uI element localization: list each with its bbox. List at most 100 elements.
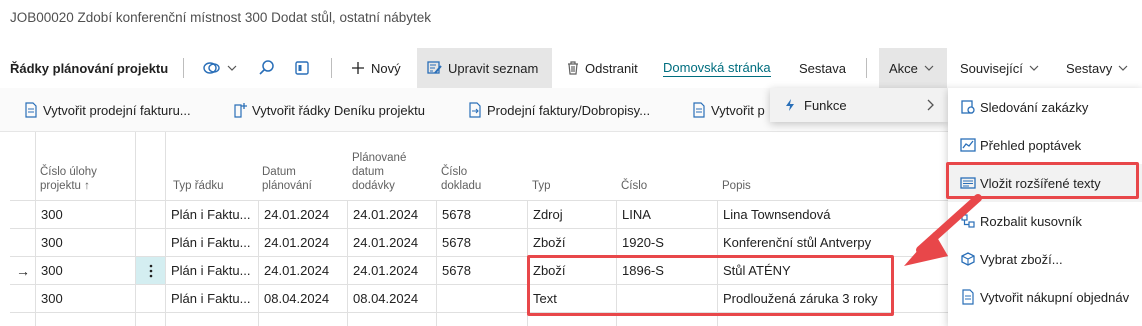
report-tab[interactable]: Sestava: [799, 48, 846, 88]
cell-delivery-date[interactable]: 24.01.2024: [347, 229, 436, 256]
document-icon: [693, 102, 705, 118]
cell-type[interactable]: Zdroj: [527, 201, 616, 228]
related-label: Související: [960, 60, 1023, 76]
header-text: Plánované: [352, 152, 407, 164]
header-text: Číslo úlohy: [40, 166, 97, 178]
create-purchase-button[interactable]: Vytvořit p: [692, 88, 765, 132]
header-text: Typ řádku: [173, 180, 224, 192]
lightning-icon: [786, 99, 794, 111]
chevron-down-icon: [924, 65, 934, 71]
cell-doc-no[interactable]: 5678: [436, 201, 527, 228]
cell-no[interactable]: 1920-S: [616, 229, 717, 256]
document-icon: [962, 289, 974, 305]
header-doc-no[interactable]: Číslo dokladu: [435, 132, 525, 200]
reports-menu-button[interactable]: Sestavy: [1066, 48, 1133, 88]
header-plan-date[interactable]: Datum plánování: [256, 132, 346, 200]
actions-menu-button[interactable]: Akce: [879, 48, 947, 88]
sales-invoices-label: Prodejní faktury/Dobropisy...: [487, 102, 651, 118]
search-button[interactable]: [258, 48, 281, 88]
cell-plan-date[interactable]: 24.01.2024: [258, 257, 347, 284]
views-button[interactable]: [202, 48, 242, 88]
menu-item-label: Sledování zakázky: [980, 99, 1089, 115]
header-text: Číslo: [441, 166, 468, 178]
cell-line-type[interactable]: Plán i Faktu...: [165, 229, 258, 256]
document-icon: [25, 102, 37, 118]
chevron-down-icon: [1118, 65, 1128, 71]
create-journal-lines-button[interactable]: Vytvořit řádky Deníku projektu: [233, 88, 425, 132]
cell-line-type[interactable]: Plán i Faktu...: [165, 201, 258, 228]
new-button[interactable]: Nový: [350, 48, 401, 88]
cell-doc-no[interactable]: 5678: [436, 229, 527, 256]
cell-doc-no[interactable]: [436, 285, 527, 312]
filter-pane-button[interactable]: [294, 48, 315, 88]
toolbar-divider: [183, 58, 184, 78]
actions-dropdown: Funkce: [770, 88, 948, 122]
menu-item-create-purchase-order[interactable]: Vytvořit nákupní objednáv: [948, 278, 1142, 316]
menu-item-label: Vytvořit nákupní objednáv: [980, 289, 1130, 305]
create-journal-lines-label: Vytvořit řádky Deníku projektu: [252, 102, 425, 118]
cell-plan-date[interactable]: 08.04.2024: [258, 285, 347, 312]
header-no[interactable]: Číslo: [615, 132, 715, 200]
menu-item-label: Přehled poptávek: [980, 137, 1082, 153]
header-text: Popis: [722, 180, 751, 192]
new-label: Nový: [371, 60, 401, 76]
row-marker: [10, 285, 35, 312]
cell-plan-date[interactable]: 24.01.2024: [258, 201, 347, 228]
cell-task-no[interactable]: 300: [35, 257, 135, 284]
home-tab[interactable]: Domovská stránka: [663, 48, 771, 88]
chevron-right-icon: [927, 99, 934, 111]
trash-icon: [568, 61, 578, 75]
cell-doc-no[interactable]: 5678: [436, 257, 527, 284]
sales-invoices-button[interactable]: Prodejní faktury/Dobropisy...: [468, 88, 650, 132]
create-sales-invoice-button[interactable]: Vytvořit prodejní fakturu...: [24, 88, 191, 132]
related-menu-button[interactable]: Související: [960, 48, 1044, 88]
search-icon: [259, 60, 274, 75]
menu-item-demand-overview[interactable]: Přehled poptávek: [948, 126, 1142, 164]
header-text: projektu ↑: [40, 180, 90, 192]
menu-item-label: Vybrat zboží...: [980, 251, 1063, 267]
cell-type[interactable]: Zboží: [527, 229, 616, 256]
header-text: Číslo: [621, 180, 648, 192]
home-tab-label: Domovská stránka: [663, 59, 771, 77]
functions-menu-item[interactable]: Funkce: [770, 88, 948, 122]
actions-label: Akce: [889, 60, 918, 76]
header-text: plánování: [262, 180, 312, 192]
row-actions-button[interactable]: [136, 257, 165, 284]
functions-label: Funkce: [804, 97, 847, 113]
toolbar-divider: [331, 58, 332, 78]
header-text: Datum: [262, 166, 296, 178]
document-arrow-icon: [469, 102, 481, 118]
cell-task-no[interactable]: 300: [35, 201, 135, 228]
row-marker: [10, 201, 35, 228]
toolbar-divider: [866, 58, 867, 78]
more-vertical-icon: [149, 264, 152, 277]
header-delivery-date[interactable]: Plánované datum dodávky: [346, 132, 436, 200]
header-task-no[interactable]: Číslo úlohy projektu ↑: [34, 132, 134, 200]
header-line-type[interactable]: Typ řádku: [167, 132, 257, 200]
chevron-down-icon: [227, 65, 237, 71]
cell-delivery-date[interactable]: 24.01.2024: [347, 257, 436, 284]
cell-line-type[interactable]: Plán i Faktu...: [165, 257, 258, 284]
views-icon: [203, 62, 220, 74]
header-type[interactable]: Typ: [526, 132, 616, 200]
header-description[interactable]: Popis: [716, 132, 916, 200]
edit-list-button[interactable]: Upravit seznam: [417, 48, 552, 88]
cell-task-no[interactable]: 300: [35, 285, 135, 312]
menu-item-order-tracking[interactable]: Sledování zakázky: [948, 88, 1142, 126]
cell-line-type[interactable]: Plán i Faktu...: [165, 285, 258, 312]
cell-no[interactable]: LINA: [616, 201, 717, 228]
highlight-box: [527, 255, 894, 316]
delete-button[interactable]: Odstranit: [566, 48, 638, 88]
cell-plan-date[interactable]: 24.01.2024: [258, 229, 347, 256]
cell-delivery-date[interactable]: 24.01.2024: [347, 201, 436, 228]
chart-icon: [960, 138, 976, 152]
plus-icon: [352, 62, 364, 74]
document-add-icon: [234, 103, 247, 118]
table-row[interactable]: 300 Plán i Faktu... 24.01.2024 24.01.202…: [10, 228, 970, 256]
filter-pane-icon: [295, 61, 309, 75]
cell-task-no[interactable]: 300: [35, 229, 135, 256]
cell-delivery-date[interactable]: 08.04.2024: [347, 285, 436, 312]
annotation-arrow: [904, 194, 982, 266]
table-row[interactable]: 300 Plán i Faktu... 24.01.2024 24.01.202…: [10, 200, 970, 228]
menu-item-label: Rozbalit kusovník: [980, 213, 1082, 229]
